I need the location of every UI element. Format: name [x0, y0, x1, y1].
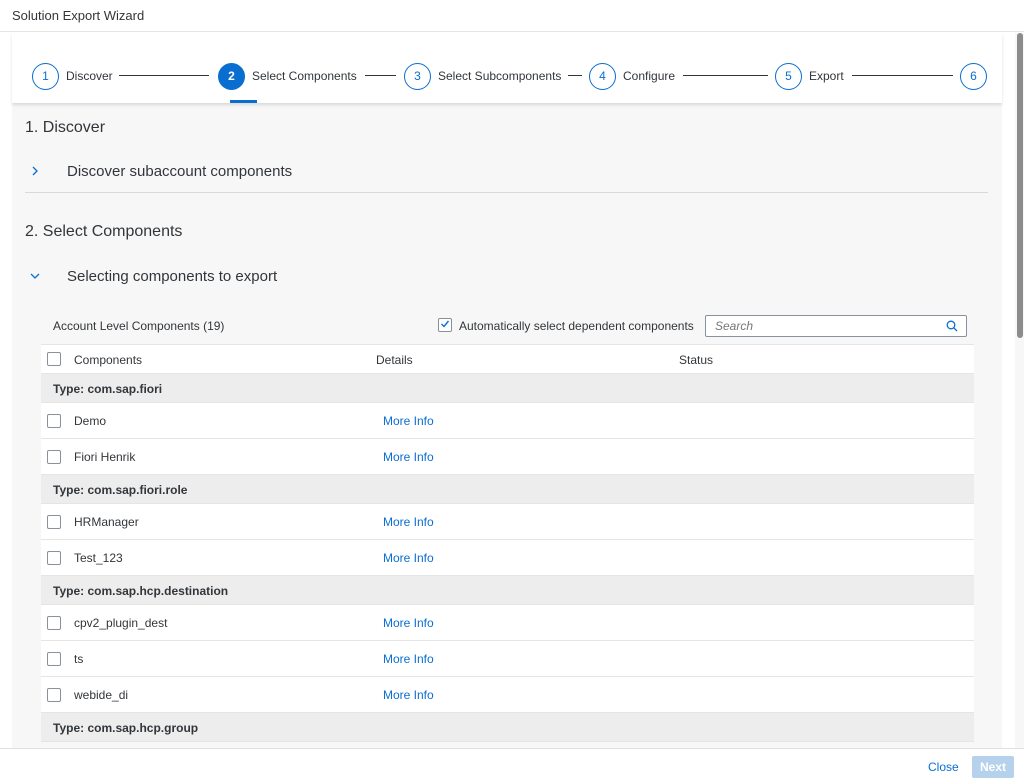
wizard-content: 1. Discover Discover subaccount componen… [12, 103, 1002, 748]
next-button[interactable]: Next [972, 756, 1014, 778]
step-connector [568, 75, 582, 76]
step-label: Export [809, 69, 844, 83]
step-number: 1 [32, 62, 59, 90]
group-type-label: Type: com.sap.fiori [53, 382, 163, 396]
more-info-link[interactable]: More Info [383, 414, 434, 428]
wizard-step-6[interactable]: 6 [960, 62, 987, 90]
table-title: Account Level Components (19) [53, 319, 225, 333]
column-header-status[interactable]: Status [679, 353, 713, 367]
panel-title: Selecting components to export [67, 268, 278, 285]
row-checkbox[interactable] [47, 515, 61, 529]
more-info-link[interactable]: More Info [383, 450, 434, 464]
table-row[interactable]: cpv2_plugin_dest More Info [41, 605, 974, 641]
group-type-label: Type: com.sap.hcp.group [53, 721, 199, 735]
panel-selecting-components[interactable]: Selecting components to export [25, 268, 277, 285]
step-connector [852, 75, 953, 76]
table-row[interactable]: ts More Info [41, 641, 974, 677]
chevron-right-icon [25, 164, 45, 179]
checkmark-icon [441, 320, 450, 328]
window-title: Solution Export Wizard [12, 8, 145, 23]
auto-select-label[interactable]: Automatically select dependent component… [459, 319, 694, 333]
search-input[interactable] [706, 316, 941, 336]
section-title-select-components: 2. Select Components [25, 223, 183, 240]
wizard-step-select-subcomponents[interactable]: 3 Select Subcomponents [404, 62, 561, 90]
step-number: 4 [589, 62, 616, 90]
step-connector [119, 75, 209, 76]
column-header-details[interactable]: Details [376, 353, 413, 367]
group-header: Type: com.sap.fiori.role [41, 475, 974, 504]
more-info-link[interactable]: More Info [383, 515, 434, 529]
table-row[interactable]: HRManager More Info [41, 504, 974, 540]
more-info-link[interactable]: More Info [383, 616, 434, 630]
row-checkbox[interactable] [47, 414, 61, 428]
group-header: Type: com.sap.hcp.group [41, 713, 974, 742]
section-divider [25, 192, 988, 193]
group-header: Type: com.sap.hcp.destination [41, 576, 974, 605]
step-number: 2 [218, 62, 245, 90]
step-label: Discover [66, 69, 113, 83]
step-connector [365, 75, 396, 76]
component-name: Fiori Henrik [74, 450, 136, 464]
table-row[interactable]: Fiori Henrik More Info [41, 439, 974, 475]
scrollbar-thumb[interactable] [1017, 33, 1023, 338]
wizard-progress-bar: 1 Discover 2 Select Components 3 Select … [12, 33, 1002, 103]
panel-title: Discover subaccount components [67, 163, 293, 180]
table-row[interactable]: webide_di More Info [41, 677, 974, 713]
column-header-components[interactable]: Components [74, 353, 142, 367]
close-button[interactable]: Close [920, 756, 967, 778]
row-checkbox[interactable] [47, 652, 61, 666]
table-row[interactable]: Demo More Info [41, 403, 974, 439]
step-number: 5 [775, 62, 802, 90]
vertical-scrollbar[interactable] [1015, 33, 1024, 748]
step-label: Configure [623, 69, 676, 83]
group-type-label: Type: com.sap.hcp.destination [53, 584, 229, 598]
row-checkbox[interactable] [47, 688, 61, 702]
component-name: webide_di [74, 688, 129, 702]
component-name: cpv2_plugin_dest [74, 616, 168, 630]
step-connector [683, 75, 768, 76]
step-number: 3 [404, 62, 431, 90]
step-number: 6 [960, 62, 987, 90]
row-checkbox[interactable] [47, 616, 61, 630]
panel-discover-subaccount[interactable]: Discover subaccount components [25, 163, 292, 180]
step-label: Select Subcomponents [438, 69, 562, 83]
row-checkbox[interactable] [47, 551, 61, 565]
chevron-down-icon [25, 269, 45, 284]
active-step-indicator [230, 100, 257, 103]
table-header: Components Details Status [41, 344, 974, 374]
step-label: Select Components [252, 69, 357, 83]
components-table: Components Details Status Type: com.sap.… [41, 344, 974, 742]
more-info-link[interactable]: More Info [383, 551, 434, 565]
group-type-label: Type: com.sap.fiori.role [53, 483, 188, 497]
wizard-step-export[interactable]: 5 Export [775, 62, 844, 90]
select-all-checkbox[interactable] [47, 352, 61, 366]
table-row[interactable]: Test_123 More Info [41, 540, 974, 576]
auto-select-checkbox[interactable] [438, 318, 452, 332]
search-icon[interactable] [946, 320, 958, 332]
section-title-discover: 1. Discover [25, 119, 106, 136]
title-bar: Solution Export Wizard [0, 0, 1024, 32]
component-name: HRManager [74, 515, 139, 529]
wizard-step-configure[interactable]: 4 Configure [589, 62, 675, 90]
row-checkbox[interactable] [47, 450, 61, 464]
component-name: Test_123 [74, 551, 123, 565]
search-field[interactable] [705, 315, 967, 337]
wizard-step-discover[interactable]: 1 Discover [32, 62, 113, 90]
more-info-link[interactable]: More Info [383, 688, 434, 702]
group-header: Type: com.sap.fiori [41, 374, 974, 403]
component-name: ts [74, 652, 84, 666]
more-info-link[interactable]: More Info [383, 652, 434, 666]
dialog-footer: Close Next [0, 748, 1024, 780]
wizard-step-select-components[interactable]: 2 Select Components [218, 62, 357, 90]
component-name: Demo [74, 414, 107, 428]
